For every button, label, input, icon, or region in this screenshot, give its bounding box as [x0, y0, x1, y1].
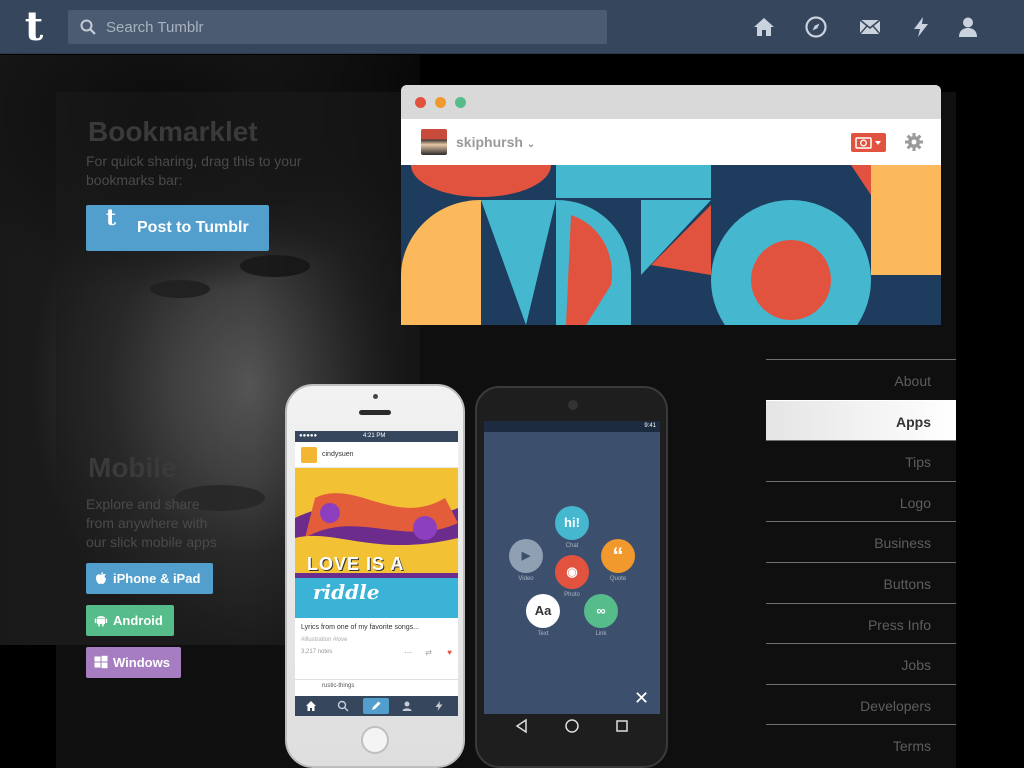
inbox-icon[interactable] [858, 15, 882, 39]
browser-chrome [401, 85, 941, 119]
pencil-icon [372, 701, 381, 710]
tumblr-t-icon: t [106, 205, 117, 231]
close-dot [415, 97, 426, 108]
android-camera [568, 400, 578, 410]
next-post-author: rustic-things [295, 679, 458, 691]
browser-mockup: skiphursh ⌄ [401, 85, 941, 325]
post-to-tumblr-button[interactable]: t Post to Tumblr [86, 205, 269, 251]
post-type-text[interactable]: Aa [526, 594, 560, 628]
search-input[interactable] [106, 10, 596, 44]
iphone-ipad-label: iPhone & iPad [113, 571, 201, 586]
windows-icon [94, 655, 108, 669]
ios-status-bar: ●●●●● 4:21 PM [295, 431, 458, 442]
post-type-video-label: Video [518, 576, 534, 582]
post-type-quote[interactable]: “ [601, 539, 635, 573]
post-tags: #illustration #love [301, 637, 348, 643]
compose-button[interactable] [363, 698, 389, 714]
post-caption: Lyrics from one of my favorite songs... [301, 624, 420, 631]
blog-header-artwork [401, 165, 941, 325]
home-icon[interactable] [305, 700, 317, 712]
maximize-dot [455, 97, 466, 108]
search-icon[interactable] [337, 700, 349, 712]
post-type-photo-label: Photo [564, 592, 580, 598]
post-type-chat-label: Chat [565, 543, 579, 549]
side-nav-developers[interactable]: Developers [766, 683, 956, 725]
blog-header-bar: skiphursh ⌄ [401, 119, 941, 165]
post-type-photo[interactable]: ◉ [555, 555, 589, 589]
iphone-home-button [361, 726, 389, 754]
side-nav-press-info[interactable]: Press Info [766, 602, 956, 644]
iphone-speaker [359, 410, 391, 415]
chevron-down-icon: ⌄ [526, 139, 536, 150]
side-nav-buttons[interactable]: Buttons [766, 561, 956, 603]
activity-icon[interactable] [909, 15, 933, 39]
reblog-icon[interactable]: ⇄ [425, 648, 432, 657]
bookmarklet-title: Bookmarklet [88, 116, 258, 147]
activity-icon[interactable] [433, 700, 445, 712]
art-text-line1: LOVE IS A [307, 554, 405, 574]
windows-label: Windows [113, 655, 170, 670]
camera-icon [851, 133, 886, 152]
side-nav-jobs[interactable]: Jobs [766, 643, 956, 684]
blog-name: skiphursh ⌄ [456, 134, 536, 150]
apple-icon [96, 572, 106, 584]
side-nav-business[interactable]: Business [766, 521, 956, 562]
top-nav-bar: t [0, 0, 1024, 54]
side-nav-terms[interactable]: Terms [766, 724, 956, 765]
account-icon[interactable] [401, 700, 413, 712]
iphone-screen: ●●●●● 4:21 PM cindysuen LOVE IS A riddle… [295, 431, 458, 716]
side-nav-apps[interactable]: Apps [766, 399, 956, 441]
bookmarklet-description: For quick sharing, drag this to your boo… [86, 153, 302, 188]
post-notes: 3,217 notes ♥ ⇄ ⋯ [301, 648, 452, 657]
ios-post-header: cindysuen [295, 442, 458, 468]
side-nav: About Apps Tips Logo Business Buttons Pr… [766, 359, 956, 765]
android-status-bar: 9:41 [484, 421, 660, 432]
account-icon[interactable] [956, 15, 980, 39]
post-type-link[interactable]: ∞ [584, 594, 618, 628]
android-label: Android [113, 613, 163, 628]
android-icon [94, 616, 108, 627]
post-type-link-label: Link [595, 631, 607, 637]
post-to-tumblr-label: Post to Tumblr [137, 219, 249, 236]
iphone-mockup: ●●●●● 4:21 PM cindysuen LOVE IS A riddle… [285, 384, 465, 768]
search-icon [80, 19, 96, 35]
gear-icon [905, 133, 923, 151]
post-type-chat[interactable]: hi! [555, 506, 589, 540]
like-icon[interactable]: ♥ [447, 648, 452, 657]
close-icon[interactable]: ✕ [634, 688, 649, 709]
avatar [301, 447, 317, 463]
recents-icon [616, 720, 628, 732]
side-nav-about[interactable]: About [766, 359, 956, 400]
post-type-video[interactable]: ▶ [509, 539, 543, 573]
back-icon [515, 718, 527, 734]
more-icon[interactable]: ⋯ [404, 648, 412, 657]
art-text-line2: riddle [313, 580, 380, 604]
android-button[interactable]: Android [86, 605, 174, 636]
post-artwork: LOVE IS A riddle [295, 468, 458, 618]
explore-icon[interactable] [804, 15, 828, 39]
post-author: cindysuen [322, 451, 354, 458]
post-type-text-label: Text [537, 631, 549, 637]
tumblr-logo[interactable]: t [14, 7, 54, 47]
android-mockup: 9:41 hi! Chat “ Quote ▶ Video ◉ Photo Aa… [475, 386, 668, 768]
search-box[interactable] [68, 10, 607, 44]
minimize-dot [435, 97, 446, 108]
mobile-title: Mobile [88, 452, 177, 483]
avatar [421, 129, 447, 155]
side-nav-logo[interactable]: Logo [766, 480, 956, 522]
home-icon[interactable] [752, 15, 776, 39]
iphone-ipad-button[interactable]: iPhone & iPad [86, 563, 213, 594]
side-nav-tips[interactable]: Tips [766, 440, 956, 481]
mobile-description: Explore and share from anywhere with our… [86, 496, 217, 550]
home-circle-icon [565, 719, 579, 733]
post-type-quote-label: Quote [609, 576, 627, 582]
android-screen: 9:41 hi! Chat “ Quote ▶ Video ◉ Photo Aa… [484, 421, 660, 714]
ios-tab-bar [295, 696, 458, 716]
windows-button[interactable]: Windows [86, 647, 181, 678]
